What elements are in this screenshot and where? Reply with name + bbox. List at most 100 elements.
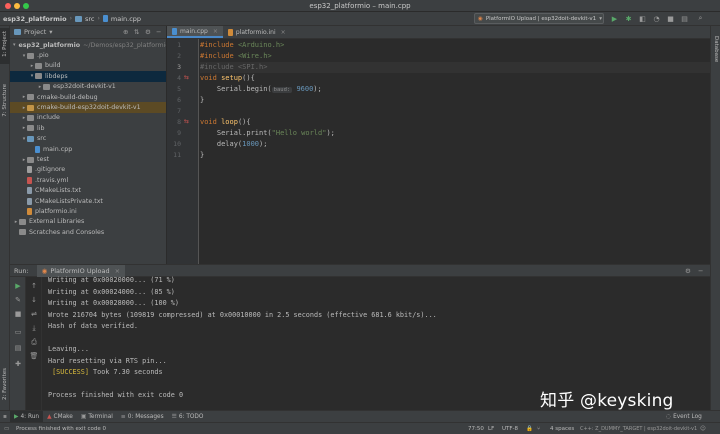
favorites-tool-tab[interactable]: 2: Favorites (2, 368, 8, 400)
folder-icon (19, 218, 26, 225)
indent-setting[interactable]: 4 spaces (550, 423, 574, 434)
pin-icon[interactable]: ✚ (13, 359, 23, 369)
zoom-window-icon[interactable] (23, 3, 29, 9)
tree-item[interactable]: ▸ include (10, 113, 166, 123)
bottom-tab-todo[interactable]: ☰ 6: TODO (168, 411, 208, 423)
run-icon[interactable]: ▶ (610, 14, 619, 23)
restore-layout-icon[interactable]: ▭ (13, 327, 23, 337)
code-line-5: Serial.begin(baud: 9600); (200, 84, 710, 95)
bottom-tab-run[interactable]: ▶ 4: Run (10, 410, 44, 423)
tree-item[interactable]: .travis.yml (10, 175, 166, 185)
close-icon[interactable]: × (281, 29, 286, 36)
override-marker-icon[interactable]: ⇆ (184, 118, 189, 125)
tab-platformio-ini[interactable]: platformio.ini × (223, 26, 291, 38)
tree-item[interactable]: ▸ cmake-build-esp32doit-devkit-v1 (10, 102, 166, 113)
caret-position[interactable]: 77:50 (468, 423, 484, 434)
tree-item[interactable]: ▸ esp32doit-devkit-v1 (10, 82, 166, 92)
close-icon[interactable]: × (115, 267, 120, 275)
trash-icon[interactable]: 🗑 (29, 351, 39, 361)
scroll-to-end-icon[interactable]: ⤓ (29, 323, 39, 333)
close-window-icon[interactable] (5, 3, 11, 9)
lock-icon[interactable]: 🔒 (526, 423, 533, 434)
scroll-up-icon[interactable]: ↑ (29, 281, 39, 291)
resolve-context[interactable]: C++: Z_DUMMY_TARGET | esp32doit-devkit-v… (580, 423, 697, 434)
structure-tool-tab[interactable]: 7: Structure (2, 84, 8, 117)
folder-icon (27, 125, 34, 132)
minimize-window-icon[interactable] (14, 3, 20, 9)
search-icon[interactable]: ⌕ (696, 14, 705, 23)
line-separator[interactable]: LF (488, 423, 494, 434)
file-encoding[interactable]: UTF-8 (502, 423, 518, 434)
tree-item[interactable]: CMakeListsPrivate.txt (10, 196, 166, 206)
print-icon[interactable]: ⎙ (29, 337, 39, 347)
database-tool-tab[interactable]: Database (713, 36, 719, 62)
stop-icon[interactable]: ■ (13, 309, 23, 319)
scroll-down-icon[interactable]: ↓ (29, 295, 39, 305)
tree-item[interactable]: ▸ build (10, 61, 166, 71)
tab-main-cpp[interactable]: main.cpp × (167, 26, 223, 38)
tree-item[interactable]: ▸ External Libraries (10, 217, 166, 227)
run-configuration-select[interactable]: ◉ PlatformIO Upload | esp32doit-devkit-v… (474, 13, 604, 24)
tree-item[interactable]: Scratches and Consoles (10, 227, 166, 237)
gear-icon[interactable]: ⚙ (685, 267, 691, 275)
tree-item[interactable]: CMakeLists.txt (10, 186, 166, 196)
code-token: setup (221, 74, 243, 82)
bottom-tab-terminal[interactable]: ▣ Terminal (77, 411, 117, 423)
console-line: Writing at 0x00028000... (100 %) (48, 299, 179, 307)
console-line: Hash of data verified. (48, 322, 139, 330)
bottom-tab-cmake[interactable]: ▲ CMake (43, 411, 77, 423)
status-icon[interactable]: ▭ (4, 423, 9, 434)
soft-wrap-icon[interactable]: ⇌ (29, 309, 39, 319)
chevron-down-icon[interactable]: ▾ (13, 42, 16, 48)
structure-icon[interactable]: ▤ (680, 14, 689, 23)
override-marker-icon[interactable]: ⇆ (184, 74, 189, 81)
tree-item-label: main.cpp (43, 145, 73, 153)
inspector-icon[interactable]: ☺ (700, 423, 706, 434)
tree-item[interactable]: ▾ .pio (10, 50, 166, 60)
profile-icon[interactable]: ◔ (652, 14, 661, 23)
bottom-tab-messages[interactable]: ≡ 0: Messages (117, 411, 168, 423)
code-editor[interactable]: #include <Arduino.h> #include <Wire.h> #… (200, 39, 710, 264)
tree-item[interactable]: ▸ lib (10, 123, 166, 133)
chevron-down-icon[interactable]: ▾ (49, 28, 52, 36)
tree-item[interactable]: platformio.ini (10, 206, 166, 216)
watermark: 知乎 @keysking (540, 391, 674, 411)
hide-icon[interactable]: − (698, 267, 703, 275)
tree-item[interactable]: ▾ libdeps (10, 71, 166, 82)
debug-icon[interactable]: ✱ (624, 14, 633, 23)
event-log-button[interactable]: ◌ Event Log (662, 411, 706, 423)
editor-area: main.cpp × platformio.ini × 1 2 3 4 5 6 … (167, 26, 710, 264)
tree-item[interactable]: ▸ test (10, 154, 166, 164)
layout-icon[interactable]: ▤ (13, 343, 23, 353)
breadcrumb-project[interactable]: esp32_platformio (0, 15, 70, 23)
tree-item[interactable]: main.cpp (10, 144, 166, 154)
folder-icon (35, 73, 42, 80)
tree-item-label: src (37, 135, 47, 143)
event-log-icon: ◌ (666, 413, 672, 420)
bottom-tab-label: 4: Run (20, 413, 40, 420)
tree-item[interactable]: ▾ src (10, 134, 166, 144)
close-icon[interactable]: × (213, 28, 218, 35)
code-token: void (200, 118, 217, 126)
breadcrumb-src[interactable]: src (72, 15, 98, 23)
tree-item[interactable]: ▸ cmake-build-debug (10, 92, 166, 102)
tree-item-label: .gitignore (35, 166, 66, 174)
project-tool-tab[interactable]: 1: Project (0, 28, 10, 64)
tree-item[interactable]: .gitignore (10, 165, 166, 175)
console-toolbar: ↑ ↓ ⇌ ⤓ ⎙ 🗑 (26, 277, 42, 411)
tool-windows-icon[interactable]: ▪ (0, 414, 10, 420)
coverage-icon[interactable]: ◧ (638, 14, 647, 23)
tree-item[interactable]: ▾ esp32_platformio ~/Demos/esp32_platformi… (10, 40, 166, 50)
tree-item-label: CMakeListsPrivate.txt (35, 197, 103, 205)
breadcrumb-file[interactable]: main.cpp (100, 15, 144, 23)
stop-icon[interactable]: ■ (666, 14, 675, 23)
collapse-icon[interactable]: ⇅ (134, 28, 139, 36)
locate-icon[interactable]: ⊕ (123, 28, 128, 36)
hide-icon[interactable]: − (156, 28, 161, 36)
rerun-icon[interactable]: ▶ (13, 281, 23, 291)
wrench-icon[interactable]: ✎ (13, 295, 23, 305)
code-line-2: #include <Wire.h> (200, 51, 710, 62)
gear-icon[interactable]: ⚙ (145, 28, 151, 36)
project-view-select[interactable]: Project (24, 28, 46, 36)
code-token: "Hello world" (271, 129, 327, 137)
